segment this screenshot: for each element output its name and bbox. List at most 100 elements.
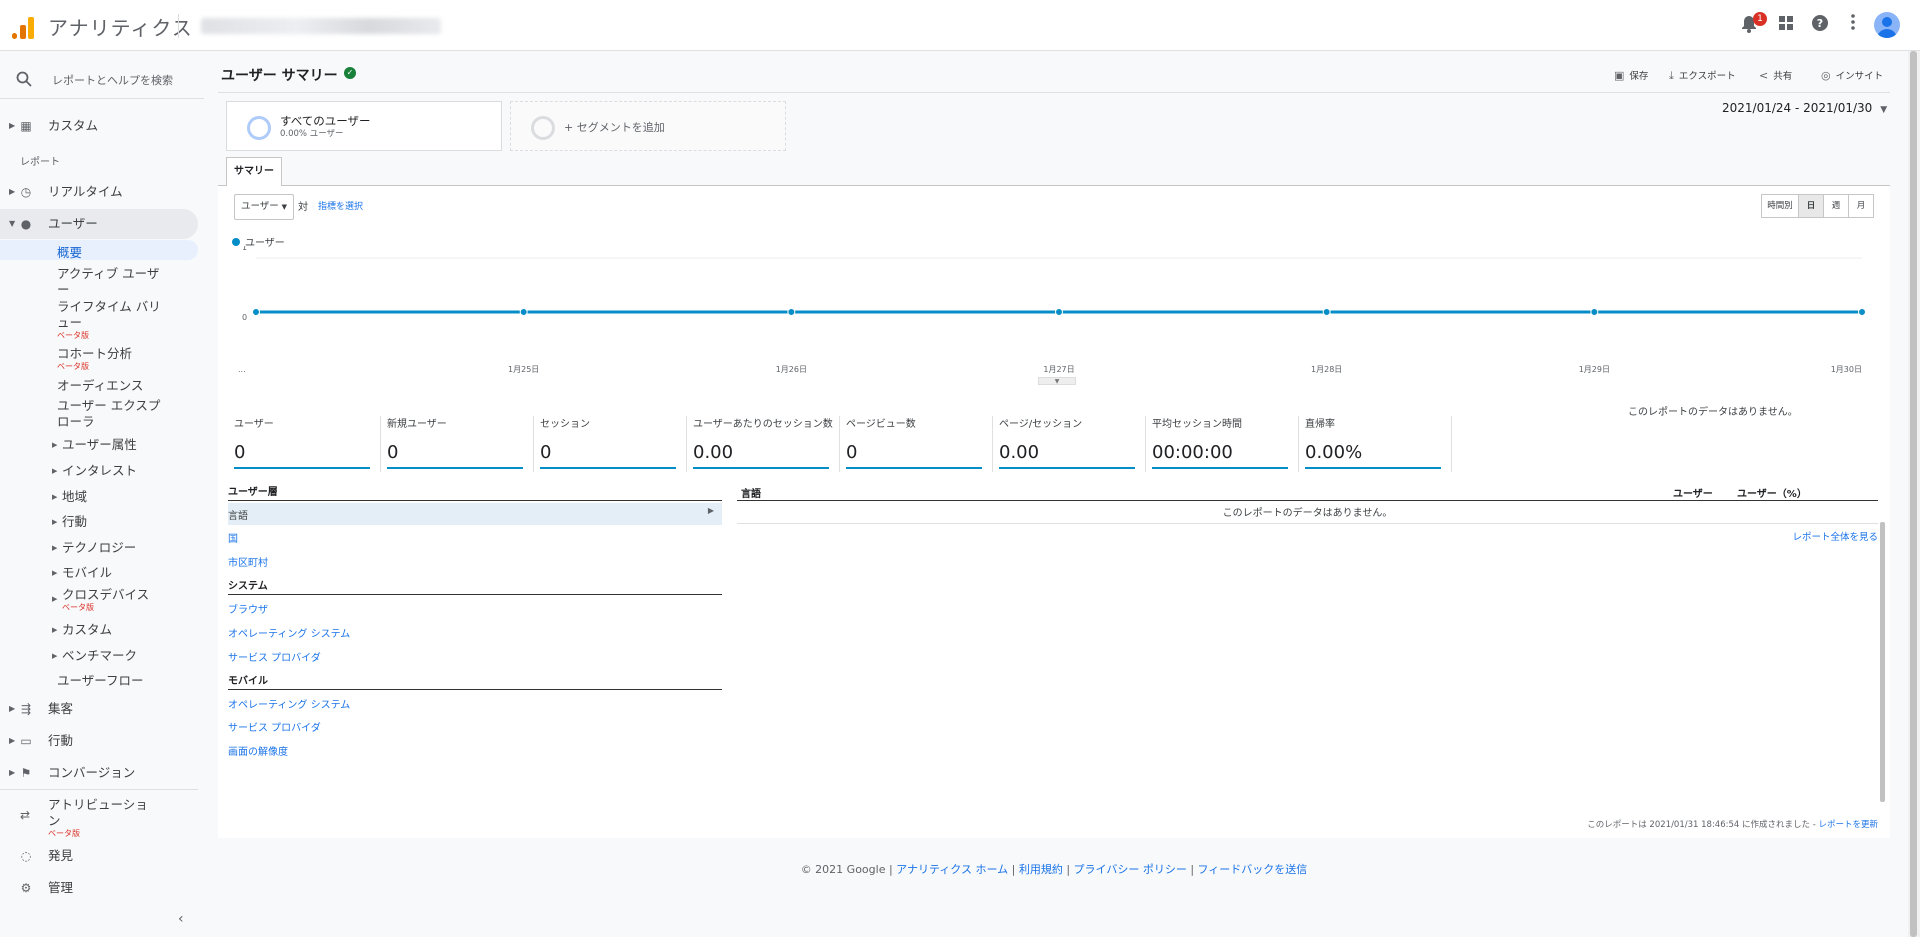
metric-label: ページ/セッション — [999, 419, 1083, 430]
sidebar-search[interactable]: レポートとヘルプを検索 — [0, 59, 204, 99]
main-content: ユーザー サマリー ✓ ▣ 保存 ⤓ エクスポート < 共有 ◎ インサイト すべてのユ… — [218, 51, 1890, 937]
metric-sparkline — [693, 467, 829, 469]
sidebar-item-interests[interactable]: ▶ インタレスト — [52, 463, 138, 479]
sidebar-item-behavior-sub[interactable]: ▶ 行動 — [52, 514, 87, 530]
dim-item-mobile-os[interactable]: オペレーティング システム — [228, 696, 350, 711]
sidebar-item-label: 発見 — [48, 848, 74, 863]
sidebar-item-lifetime-value[interactable]: ライフタイム バリ ュー ベータ版 — [57, 299, 161, 340]
metric-tile[interactable]: ページ/セッション 0.00 — [993, 416, 1146, 472]
page-scrollbar[interactable] — [1908, 51, 1920, 937]
scrollbar-thumb[interactable] — [1910, 51, 1917, 937]
sidebar-item-active-users[interactable]: アクティブ ユーザー — [57, 266, 159, 298]
granularity-week-button[interactable]: 週 — [1823, 194, 1849, 218]
sidebar-item-custom-sub[interactable]: ▶ カスタム — [52, 622, 112, 638]
export-button[interactable]: ⤓ エクスポート — [1669, 68, 1736, 83]
granularity-day-button[interactable]: 日 — [1798, 194, 1824, 218]
footer-feedback-link[interactable]: フィードバックを送信 — [1198, 863, 1308, 876]
caret-right-icon: ▶ — [52, 626, 58, 634]
metric-tile[interactable]: 直帰率 0.00% — [1299, 416, 1452, 472]
caret-right-icon: ▶ — [707, 506, 714, 515]
more-vert-icon[interactable] — [1842, 14, 1864, 36]
acquisition-icon: ⇶ — [20, 702, 32, 716]
sidebar-item-audiences[interactable]: オーディエンス — [57, 378, 143, 394]
metric-tile[interactable]: ユーザー 0 — [228, 416, 381, 472]
sidebar-item-geo[interactable]: ▶ 地域 — [52, 489, 87, 505]
segment-ring-icon — [247, 116, 271, 140]
account-selector[interactable] — [178, 14, 468, 38]
sidebar-item-cross-device[interactable]: ▶ クロスデバイス ベータ版 — [52, 587, 149, 612]
refresh-report-link[interactable]: レポートを更新 — [1818, 820, 1878, 830]
sidebar-item-user-explorer[interactable]: ユーザー エクスプ ローラ — [57, 398, 160, 430]
sidebar-item-attribution[interactable]: ⇄ アトリビューションベータ版 — [0, 793, 198, 843]
caret-down-icon: ▼ — [9, 219, 16, 228]
add-segment-button[interactable]: + セグメントを追加 — [510, 101, 786, 151]
sidebar-item-cohort[interactable]: コホート分析 ベータ版 — [57, 346, 132, 371]
footer-privacy-link[interactable]: プライバシー ポリシー — [1074, 863, 1187, 876]
sidebar-item-audience[interactable]: ▼ ● ユーザー — [0, 209, 198, 239]
save-button[interactable]: ▣ 保存 — [1614, 68, 1648, 82]
insights-button[interactable]: ◎ インサイト — [1821, 68, 1883, 82]
col-header-users[interactable]: ユーザー — [1673, 485, 1713, 500]
segment-all-users[interactable]: すべてのユーザー 0.00% ユーザー — [226, 101, 502, 151]
view-full-report-link[interactable]: レポート全体を見る — [1792, 529, 1878, 543]
analytics-logo[interactable] — [12, 13, 36, 39]
dim-item-resolution[interactable]: 画面の解像度 — [228, 743, 288, 758]
col-header-users-pct[interactable]: ユーザー（%） — [1737, 485, 1807, 500]
dim-item-mobile-isp[interactable]: サービス プロバイダ — [228, 719, 321, 734]
beta-badge: ベータ版 — [62, 603, 94, 612]
metric-dropdown[interactable]: ユーザー ▼ — [234, 194, 294, 220]
dim-item-isp[interactable]: サービス プロバイダ — [228, 649, 321, 664]
granularity-hourly-button[interactable]: 時間別 — [1761, 194, 1799, 218]
granularity-month-button[interactable]: 月 — [1848, 194, 1874, 218]
sidebar-item-label: ユーザー属性 — [62, 437, 137, 452]
inner-scrollbar[interactable] — [1880, 522, 1885, 802]
sidebar-item-behavior[interactable]: ▶ ▭ 行動 — [0, 726, 198, 756]
metric-tile[interactable]: ユーザーあたりのセッション数 0.00 — [687, 416, 840, 472]
sidebar-item-benchmark[interactable]: ▶ ベンチマーク — [52, 648, 138, 664]
col-header-language[interactable]: 言語 — [741, 485, 761, 500]
metric-value: 00:00:00 — [1152, 442, 1233, 463]
sidebar-item-custom[interactable]: ▶ ▦ カスタム — [0, 111, 198, 141]
dim-item-browser[interactable]: ブラウザ — [228, 601, 268, 616]
sidebar-item-realtime[interactable]: ▶ ◷ リアルタイム — [0, 177, 198, 207]
dim-item-country[interactable]: 国 — [228, 530, 238, 545]
sidebar-item-conversions[interactable]: ▶ ⚑ コンバージョン — [0, 758, 198, 788]
metric-tile[interactable]: 平均セッション時間 00:00:00 — [1146, 416, 1299, 472]
metric-value: 0 — [234, 442, 246, 463]
sidebar-item-label: ベンチマーク — [62, 648, 138, 663]
help-icon[interactable]: ? — [1809, 14, 1831, 36]
sidebar-item-admin[interactable]: ⚙ 管理 — [0, 873, 198, 903]
sidebar-item-acquisition[interactable]: ▶ ⇶ 集客 — [0, 694, 198, 724]
date-range-picker[interactable]: 2021/01/24 - 2021/01/30 ▼ — [1722, 101, 1887, 115]
metric-tile[interactable]: 新規ユーザー 0 — [381, 416, 534, 472]
metric-tile[interactable]: セッション 0 — [534, 416, 687, 472]
dim-item-os[interactable]: オペレーティング システム — [228, 625, 350, 640]
tab-summary[interactable]: サマリー — [226, 157, 282, 187]
x-tick-label: 1月25日 — [508, 365, 539, 374]
metric-value: 0.00 — [693, 442, 734, 463]
sidebar-item-label: コンバージョン — [48, 765, 136, 780]
dim-item-city[interactable]: 市区町村 — [228, 554, 268, 569]
sidebar-item-demographics[interactable]: ▶ ユーザー属性 — [52, 437, 137, 453]
x-tick-label: 1月28日 — [1311, 365, 1342, 374]
sidebar-item-users-flow[interactable]: ユーザーフロー — [57, 673, 144, 689]
select-metric-link[interactable]: 指標を選択 — [318, 199, 363, 212]
footer-home-link[interactable]: アナリティクス ホーム — [896, 863, 1008, 876]
apps-icon[interactable] — [1775, 14, 1797, 36]
sidebar-item-label: インタレスト — [62, 463, 138, 478]
metric-value: 0 — [846, 442, 858, 463]
chart-resize-handle[interactable]: ▼ — [1038, 377, 1076, 385]
sidebar-item-mobile[interactable]: ▶ モバイル — [52, 565, 112, 581]
metric-value: 0 — [387, 442, 399, 463]
share-button[interactable]: < 共有 — [1759, 68, 1792, 82]
sidebar-item-label: アトリビューションベータ版 — [48, 797, 148, 838]
footer-terms-link[interactable]: 利用規約 — [1019, 863, 1063, 876]
sidebar-item-discover[interactable]: ◌ 発見 — [0, 841, 198, 871]
search-input[interactable]: レポートとヘルプを検索 — [52, 72, 173, 88]
account-avatar[interactable] — [1874, 12, 1900, 38]
sidebar-item-technology[interactable]: ▶ テクノロジー — [52, 540, 136, 556]
dim-item-language[interactable]: 言語 ▶ — [228, 503, 722, 525]
metric-tile[interactable]: ページビュー数 0 — [840, 416, 993, 472]
collapse-sidebar-icon[interactable]: ‹ — [178, 911, 184, 927]
sidebar-item-overview[interactable]: 概要 — [0, 240, 198, 260]
